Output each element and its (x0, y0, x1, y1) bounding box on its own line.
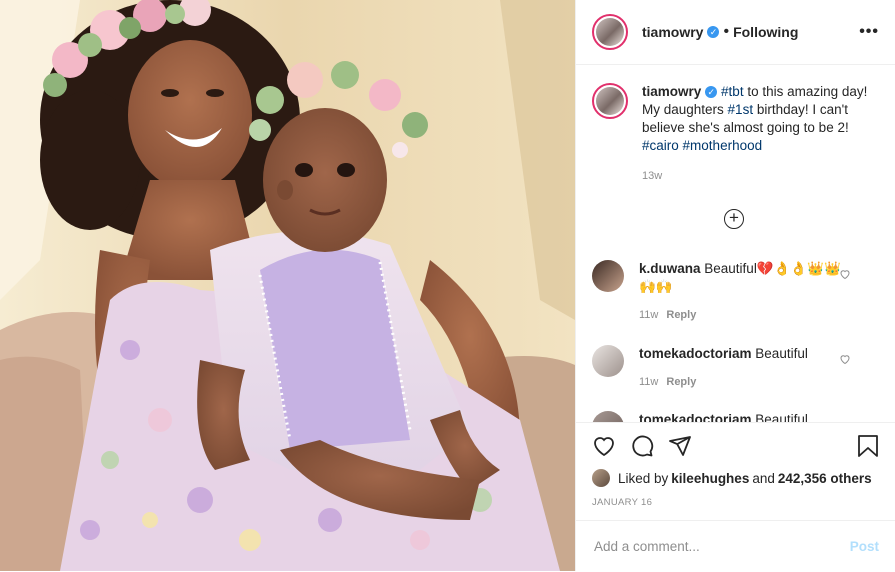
instagram-post-modal: tiamowry ✓ • Following ••• tiamowry ✓ #tb… (0, 0, 895, 571)
verified-icon: ✓ (705, 86, 718, 98)
author-avatar[interactable] (592, 14, 628, 50)
comment-item: tomekadoctoriam Beautiful 11w Reply (592, 345, 879, 391)
post-header: tiamowry ✓ • Following ••• (576, 0, 895, 65)
comment-text: Beautiful (755, 346, 808, 361)
verified-icon: ✓ (707, 26, 720, 38)
comments-scroll-area[interactable]: tiamowry ✓ #tbt to this amazing day! My d… (576, 65, 895, 422)
post-photo[interactable] (0, 0, 575, 571)
likes-line: Liked by kileehughes and 242,356 others (576, 459, 895, 487)
caption-time[interactable]: 13w (642, 167, 878, 185)
likes-prefix: Liked by (618, 470, 669, 486)
author-username[interactable]: tiamowry (642, 24, 703, 40)
avatar-image (596, 87, 624, 115)
comment-item: tomekadoctoriam Beautiful (592, 411, 879, 422)
hashtag-1st[interactable]: #1st (728, 102, 754, 117)
commenter-avatar[interactable] (592, 345, 624, 377)
photo-illustration (0, 0, 575, 571)
add-comment-bar: Post (576, 520, 895, 572)
comment-time[interactable]: 11w (639, 376, 658, 388)
post-date[interactable]: JANUARY 16 (576, 487, 895, 508)
caption-text: tiamowry ✓ #tbt to this amazing day! My d… (642, 83, 878, 185)
post-actions-section: Liked by kileehughes and 242,356 others … (576, 422, 895, 572)
liker-username[interactable]: kileehughes (671, 471, 749, 486)
comment-username[interactable]: tomekadoctoriam (639, 346, 752, 361)
share-send-icon[interactable] (668, 434, 692, 458)
following-button[interactable]: Following (733, 24, 798, 40)
caption-author-avatar[interactable] (592, 83, 628, 119)
comment-bubble-icon[interactable] (630, 434, 654, 458)
comment-item: k.duwana Beautiful💔👌👌👑👑🙌🙌 11w Reply (592, 260, 879, 324)
post-comment-button[interactable]: Post (850, 539, 879, 554)
likes-middle: and (752, 470, 775, 486)
comment-username[interactable]: k.duwana (639, 261, 701, 276)
more-options-icon[interactable]: ••• (859, 23, 879, 41)
hashtag-tbt[interactable]: #tbt (721, 84, 744, 99)
caption: tiamowry ✓ #tbt to this amazing day! My d… (576, 65, 895, 185)
like-comment-heart-icon[interactable] (839, 268, 851, 280)
action-icons (576, 423, 895, 459)
caption-username[interactable]: tiamowry (642, 84, 701, 99)
likes-count[interactable]: 242,356 others (778, 471, 872, 486)
reply-button[interactable]: Reply (666, 309, 696, 321)
like-heart-icon[interactable] (592, 434, 616, 458)
save-bookmark-icon[interactable] (857, 434, 879, 458)
commenter-avatar[interactable] (592, 260, 624, 292)
liker-avatar[interactable] (592, 469, 610, 487)
comment-username[interactable]: tomekadoctoriam (639, 412, 752, 422)
commenter-avatar[interactable] (592, 411, 624, 422)
comment-time[interactable]: 11w (639, 309, 658, 321)
comment-text: Beautiful (755, 412, 808, 422)
add-comment-input[interactable] (592, 538, 850, 555)
hashtag-motherhood[interactable]: #motherhood (683, 138, 763, 153)
reply-button[interactable]: Reply (666, 376, 696, 388)
hashtag-cairo[interactable]: #cairo (642, 138, 679, 153)
load-more-comments-button[interactable]: + (724, 209, 744, 229)
header-separator: • (723, 23, 730, 40)
like-comment-heart-icon[interactable] (839, 353, 851, 365)
post-sidebar: tiamowry ✓ • Following ••• tiamowry ✓ #tb… (575, 0, 895, 571)
avatar-image (596, 18, 624, 46)
